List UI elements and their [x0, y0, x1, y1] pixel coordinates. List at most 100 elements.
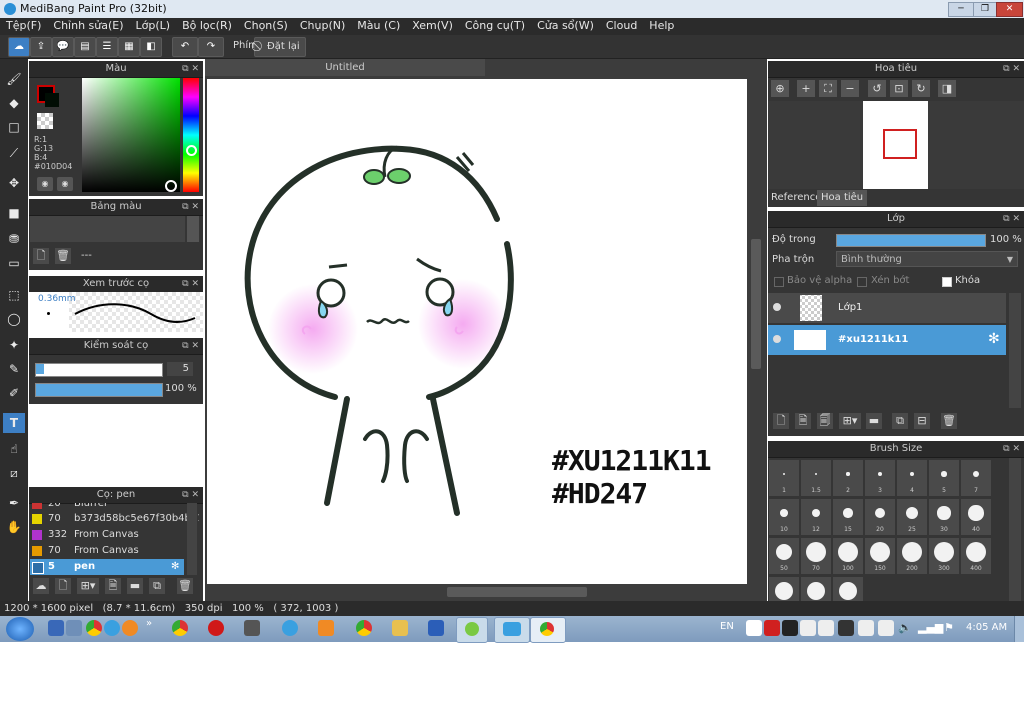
rotate-right-icon[interactable]: ↻ — [912, 80, 930, 97]
list-item-selected[interactable]: 5 pen ✻ — [30, 559, 184, 575]
brush-size-cell[interactable]: 100 — [833, 538, 863, 574]
brush-size-cell[interactable]: 300 — [929, 538, 959, 574]
menu-window[interactable]: Cửa sổ(W) — [531, 18, 600, 33]
shape-icon[interactable]: □ — [3, 117, 25, 137]
close-button[interactable]: ✕ — [996, 2, 1023, 17]
folder-icon[interactable] — [392, 620, 408, 636]
saturation-value-picker[interactable] — [82, 78, 180, 192]
layer-scrollbar[interactable] — [1009, 293, 1021, 408]
explorer-icon[interactable] — [66, 620, 82, 636]
new-brush-icon[interactable]: 🗋 — [55, 578, 71, 594]
undo-icon[interactable]: ↶ — [172, 37, 198, 57]
trash-icon[interactable]: 🗑 — [55, 248, 71, 264]
menu-edit[interactable]: Chỉnh sửa(E) — [47, 18, 129, 33]
brush-size-cell[interactable] — [833, 577, 863, 601]
panel-close-icon[interactable]: ⧉ ✕ — [1003, 211, 1020, 227]
coccoc-icon[interactable] — [122, 620, 138, 636]
canvas-vertical-scrollbar[interactable] — [749, 79, 763, 584]
merge-layer-icon[interactable]: ⊟ — [914, 413, 930, 429]
brush-size-cell[interactable]: 70 — [801, 538, 831, 574]
primary-color-swatch[interactable] — [45, 93, 59, 107]
tray-icon[interactable] — [764, 620, 780, 636]
language-indicator[interactable]: EN — [720, 621, 734, 632]
layers-icon[interactable]: ◧ — [140, 37, 162, 57]
brush-size-cell[interactable]: 1.5 — [801, 460, 831, 496]
chrome-icon[interactable] — [356, 620, 372, 636]
eraser-icon[interactable]: ◆ — [3, 93, 25, 113]
brush-size-cell[interactable]: 12 — [801, 499, 831, 535]
menu-snap[interactable]: Chụp(N) — [294, 18, 351, 33]
select-pen-icon[interactable]: ✎ — [3, 359, 25, 379]
brush-size-cell[interactable]: 150 — [865, 538, 895, 574]
brush-size-cell[interactable]: 4 — [897, 460, 927, 496]
brush-size-cell[interactable]: 7 — [961, 460, 991, 496]
tray-icon[interactable] — [878, 620, 894, 636]
new-layer-icon[interactable]: 🗋 — [773, 413, 789, 429]
operation-icon[interactable]: ☝ — [3, 439, 25, 459]
panel-close-icon[interactable]: ⧉ ✕ — [1003, 61, 1020, 77]
chrome-icon[interactable] — [86, 620, 102, 636]
rotate-left-icon[interactable]: ↺ — [868, 80, 886, 97]
brush-icon[interactable]: 🖌 — [3, 69, 25, 89]
more-icon[interactable]: » — [146, 618, 152, 629]
eye-icon[interactable] — [773, 303, 781, 311]
menu-select[interactable]: Chọn(S) — [238, 18, 294, 33]
opera-icon[interactable] — [208, 620, 224, 636]
tray-icon[interactable] — [800, 620, 816, 636]
brush-size-cell[interactable] — [801, 577, 831, 601]
tab-reference[interactable]: Reference — [768, 190, 824, 206]
tray-icon[interactable] — [782, 620, 798, 636]
lasso-icon[interactable]: ◯ — [3, 309, 25, 329]
menu-file[interactable]: Tệp(F) — [0, 18, 47, 33]
canvas-horizontal-scrollbar[interactable] — [207, 585, 747, 599]
comment-icon[interactable]: 💬 — [52, 37, 74, 57]
menu-cloud[interactable]: Cloud — [600, 18, 643, 33]
brush-size-cell[interactable]: 25 — [897, 499, 927, 535]
chrome-icon[interactable] — [172, 620, 188, 636]
reset-button[interactable]: ⃠Đặt lại — [254, 37, 306, 57]
ie-icon[interactable] — [104, 620, 120, 636]
brush-settings-icon[interactable]: 🗎 — [105, 578, 121, 594]
tray-icon[interactable] — [818, 620, 834, 636]
clip-checkbox[interactable] — [857, 277, 867, 287]
chrome-taskbar-button[interactable] — [530, 617, 566, 643]
zoom-fit-icon[interactable]: ⊕ — [771, 80, 789, 97]
brush-size-cell[interactable]: 40 — [961, 499, 991, 535]
transparent-swatch[interactable] — [37, 113, 53, 129]
show-desktop-button[interactable] — [1014, 616, 1024, 642]
magic-wand-icon[interactable]: ✦ — [3, 335, 25, 355]
select-rect-icon[interactable]: ⬚ — [3, 285, 25, 305]
cloud-brush-icon[interactable]: ☁ — [33, 578, 49, 594]
list-item[interactable]: 332 From Canvas — [30, 527, 200, 543]
canvas-tab[interactable]: Untitled — [205, 59, 485, 76]
new-halftone-icon[interactable]: 🗎 — [795, 413, 811, 429]
brush-size-cell[interactable]: 30 — [929, 499, 959, 535]
panel-close-icon[interactable]: ⧉ ✕ — [182, 338, 199, 354]
menu-view[interactable]: Xem(V) — [406, 18, 459, 33]
gradient-icon[interactable]: ▭ — [3, 253, 25, 273]
trash-icon[interactable]: 🗑 — [941, 413, 957, 429]
drawing-canvas[interactable]: #XU1211K11 #HD247 — [207, 79, 747, 584]
copy-icon[interactable]: ⧉ — [149, 578, 165, 594]
grid-icon[interactable]: ▦ — [118, 37, 140, 57]
zoom-in-icon[interactable]: + — [797, 80, 815, 97]
word-icon[interactable] — [428, 620, 444, 636]
brush-size-cell[interactable]: 15 — [833, 499, 863, 535]
panel-icon[interactable]: ▤ — [74, 37, 96, 57]
duplicate-layer-icon[interactable]: ⧉ — [892, 413, 908, 429]
trash-icon[interactable]: 🗑 — [177, 578, 193, 594]
desktop-icon[interactable] — [48, 620, 64, 636]
new-8bit-icon[interactable]: 🗐 — [817, 413, 833, 429]
eye-icon[interactable] — [773, 335, 781, 343]
brush-size-scrollbar[interactable] — [1009, 458, 1021, 601]
action-center-icon[interactable]: ⚑ — [944, 621, 954, 634]
list-item[interactable]: 70 b373d58bc5e67f30b4bb1 — [30, 511, 200, 527]
tray-icon[interactable] — [746, 620, 762, 636]
brush-size-slider[interactable] — [35, 363, 163, 377]
blend-mode-select[interactable]: Bình thường ▼ — [836, 251, 1018, 267]
media-player-icon[interactable] — [318, 620, 334, 636]
brush-size-cell[interactable]: 50 — [769, 538, 799, 574]
brush-list-scrollbar[interactable] — [187, 503, 197, 575]
maximize-button[interactable]: ❐ — [973, 2, 997, 17]
rect-icon[interactable]: ■ — [3, 203, 25, 223]
